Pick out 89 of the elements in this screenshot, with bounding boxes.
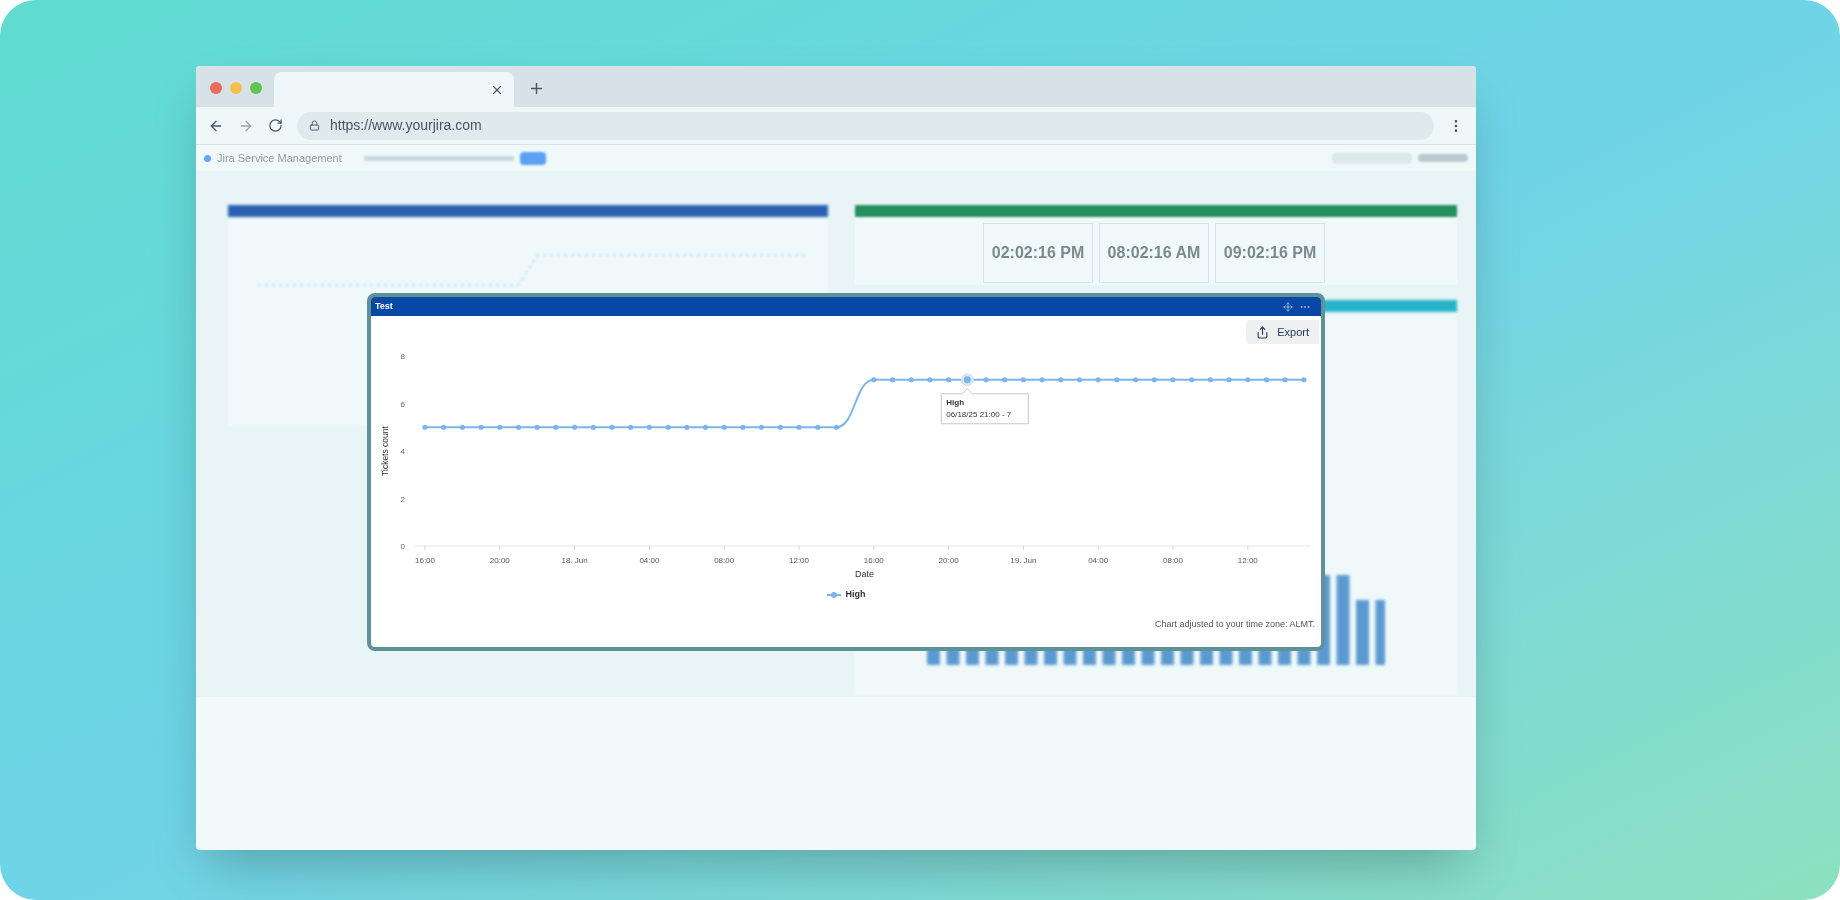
data-point [684,424,690,430]
data-point [1282,377,1288,383]
data-point [665,424,671,430]
data-point [1245,377,1251,383]
logo-icon [204,154,211,162]
tooltip-text: 06/18/25 21:00 - 7 [946,409,1012,419]
x-tick-label: 08:00 [1163,556,1183,565]
share-icon [1256,325,1270,339]
data-point [553,424,559,430]
highlighted-point [960,373,974,387]
data-point [534,424,540,430]
data-point [572,424,578,430]
data-point [1170,377,1176,383]
y-tick-label: 2 [400,494,405,504]
clock-time: 08:02:16 AM [1107,243,1201,263]
data-point [515,424,522,430]
data-point [740,424,746,430]
data-point [590,424,596,430]
data-point [1039,377,1045,383]
data-point [1114,377,1120,383]
data-point [1207,377,1213,383]
y-tick-label: 0 [400,542,405,551]
x-tick-label: 04:00 [639,556,660,565]
data-point [1151,377,1157,383]
url-text: https://www.yourjira.com [330,116,482,135]
tooltip-title: High [946,397,965,407]
x-tick-label: 18. Jun [561,556,588,565]
data-point [908,377,914,383]
widget-title: Test [375,299,393,313]
new-tab-icon[interactable] [528,80,545,97]
data-point [759,424,765,430]
blurred-bar [1375,600,1385,665]
move-icon[interactable] [1283,301,1293,312]
data-point [1133,377,1139,383]
data-point [889,377,896,383]
y-axis-title: Tickets count [380,426,390,476]
legend-label[interactable]: High [845,588,866,602]
data-point [478,424,484,430]
x-tick-label: 20:00 [938,556,959,565]
url-field[interactable]: https://www.yourjira.com [297,111,1434,140]
data-point [1263,377,1270,383]
lock-icon [309,120,320,131]
export-button[interactable]: Export [1246,320,1319,344]
x-tick-label: 12:00 [1237,556,1258,565]
app-title: Jira Service Management [217,150,342,166]
data-point [927,377,933,383]
data-point [1095,377,1101,383]
data-point [609,424,615,430]
blurred-icons [1418,154,1468,162]
x-tick-label: 04:00 [1088,556,1109,565]
x-tick-label: 20:00 [489,556,510,565]
legend-marker-icon [826,591,841,598]
data-point [721,424,727,430]
x-axis-title: Date [854,569,874,579]
data-point [441,424,447,430]
blurred-bar [1356,600,1369,665]
data-point [946,377,952,383]
y-tick-label: 8 [400,352,405,361]
data-point [815,424,821,430]
close-window-icon[interactable] [210,82,222,94]
data-point [459,424,465,430]
reload-icon[interactable] [268,118,283,133]
data-point [1076,377,1083,383]
data-point [1226,377,1232,383]
data-point [796,424,802,430]
data-point [702,424,709,430]
data-point [983,377,989,383]
x-tick-label: 19. Jun [1010,556,1037,565]
x-tick-label: 16:00 [863,556,884,565]
data-point [777,424,783,430]
clock-time: 02:02:16 PM [991,243,1085,263]
clock-time: 09:02:16 PM [1223,243,1317,263]
timezone-note: Chart adjusted to your time zone: ALMT. [1154,617,1315,631]
data-point [646,424,652,430]
y-tick-label: 4 [400,447,405,456]
data-point [1002,377,1008,383]
data-point [833,424,839,430]
x-tick-label: 12:00 [789,556,809,565]
y-tick-label: 6 [400,399,405,409]
data-point [1301,377,1307,383]
x-tick-label: 16:00 [415,556,435,565]
data-point [1058,377,1064,383]
data-point [422,424,428,430]
data-point [1189,377,1195,383]
x-tick-label: 08:00 [714,556,735,565]
data-point [628,424,634,430]
data-point [497,424,503,430]
data-point [871,377,877,383]
data-point [1020,377,1026,383]
